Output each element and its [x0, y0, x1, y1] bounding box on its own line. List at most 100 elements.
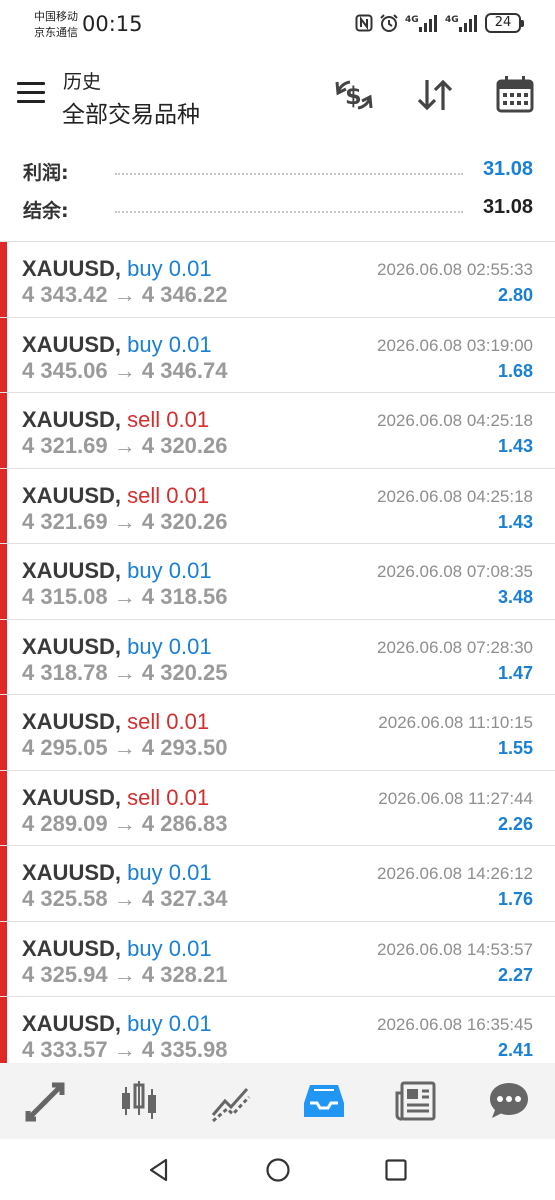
balance-label: 结余:: [23, 200, 69, 222]
deal-profit: 1.47: [497, 662, 533, 683]
deal-profit: 2.26: [497, 813, 533, 834]
deal-row-3[interactable]: XAUUSD, sell 0.01 4 321.69 → 4 320.26 20…: [0, 393, 555, 469]
deal-type: buy: [127, 935, 163, 961]
chat-bubble-icon: [489, 1083, 528, 1118]
deal-title: XAUUSD, sell 0.01: [22, 407, 209, 433]
deal-accent-bar: [0, 921, 7, 996]
trade-chart-icon: [212, 1088, 251, 1123]
deal-time: 2026.06.08 14:26:12: [377, 864, 533, 883]
deal-profit: 2.80: [497, 285, 533, 305]
deal-profit: 3.48: [497, 587, 533, 607]
deal-title: XAUUSD, sell 0.01: [22, 709, 209, 735]
deal-profit: 1.68: [497, 360, 533, 381]
deal-volume: 0.01: [168, 935, 212, 961]
deal-profit: 2.27: [497, 964, 533, 985]
deal-symbol: XAUUSD,: [22, 860, 122, 885]
deal-volume: 0.01: [166, 709, 210, 734]
deal-row-8[interactable]: XAUUSD, sell 0.01 4 289.09 → 4 286.83 20…: [0, 770, 555, 846]
nav-chart[interactable]: [93, 1063, 186, 1139]
deal-type: sell: [127, 784, 161, 810]
deal-prices: 4 343.42 → 4 346.22: [22, 282, 228, 307]
deal-time: 2026.06.08 11:27:44: [378, 788, 533, 808]
deal-accent-bar: [0, 997, 7, 1063]
deal-time: 2026.06.08 02:55:33: [377, 260, 533, 279]
deal-row-5[interactable]: XAUUSD, buy 0.01 4 315.08 → 4 318.56 202…: [0, 544, 555, 620]
deal-prices: 4 315.08 → 4 318.56: [22, 584, 228, 609]
deal-row-1[interactable]: XAUUSD, buy 0.01 4 343.42 → 4 346.22 202…: [0, 242, 555, 318]
deal-title: XAUUSD, sell 0.01: [22, 785, 209, 811]
currency-exchange-icon[interactable]: $: [333, 74, 375, 116]
sort-arrows-icon[interactable]: [414, 74, 456, 116]
deal-type: buy: [127, 633, 163, 659]
deal-symbol: XAUUSD,: [22, 256, 122, 281]
deal-prices: 4 321.69 → 4 320.26: [22, 433, 228, 458]
balance-value: 31.08: [482, 196, 533, 218]
deal-row-4[interactable]: XAUUSD, sell 0.01 4 321.69 → 4 320.26 20…: [0, 468, 555, 544]
deal-profit: 2.41: [497, 1040, 533, 1060]
balance-row: 结余: 31.08: [0, 188, 555, 226]
hamburger-icon[interactable]: [17, 82, 45, 106]
home-circle-icon[interactable]: [265, 1157, 291, 1183]
system-navigation-bar: [0, 1139, 555, 1200]
deal-accent-bar: [0, 695, 7, 770]
deal-prices: 4 295.05 → 4 293.50: [22, 735, 228, 760]
quotes-arrows-icon: [25, 1082, 65, 1122]
deal-symbol: XAUUSD,: [22, 482, 122, 508]
deal-row-7[interactable]: XAUUSD, sell 0.01 4 295.05 → 4 293.50 20…: [0, 695, 555, 771]
profit-value: 31.08: [482, 158, 533, 180]
calendar-icon[interactable]: [494, 74, 536, 116]
deal-title: XAUUSD, buy 0.01: [22, 558, 212, 584]
nav-quotes[interactable]: [0, 1063, 93, 1139]
deal-title: XAUUSD, buy 0.01: [22, 634, 212, 660]
deal-row-6[interactable]: XAUUSD, buy 0.01 4 318.78 → 4 320.25 202…: [0, 619, 555, 695]
deal-volume: 0.01: [168, 256, 212, 281]
status-bar: 中国移动 京东通信 00:15 4G 4G 24: [0, 0, 555, 50]
deal-profit: 1.43: [497, 511, 533, 532]
back-triangle-icon[interactable]: [146, 1157, 172, 1183]
deal-symbol: XAUUSD,: [22, 633, 122, 659]
deals-list[interactable]: XAUUSD, buy 0.01 4 343.42 → 4 346.22 202…: [0, 241, 555, 1063]
candlestick-icon: [121, 1081, 156, 1119]
deal-type: buy: [127, 558, 163, 583]
deal-volume: 0.01: [166, 784, 210, 810]
deal-prices: 4 325.94 → 4 328.21: [22, 961, 228, 987]
deal-symbol: XAUUSD,: [22, 331, 122, 357]
deal-symbol: XAUUSD,: [22, 558, 122, 583]
nav-history[interactable]: [278, 1063, 371, 1139]
recents-square-icon[interactable]: [383, 1157, 409, 1183]
deal-time: 2026.06.08 11:10:15: [378, 713, 533, 732]
deal-row-10[interactable]: XAUUSD, buy 0.01 4 325.94 → 4 328.21 202…: [0, 921, 555, 997]
nfc-icon: [355, 14, 373, 32]
deal-volume: 0.01: [168, 331, 212, 357]
deal-prices: 4 318.78 → 4 320.25: [22, 659, 228, 685]
nav-messages[interactable]: [463, 1063, 555, 1139]
newspaper-icon: [395, 1081, 436, 1121]
deal-accent-bar: [0, 468, 7, 543]
deal-accent-bar: [0, 393, 7, 468]
svg-text:$: $: [345, 82, 362, 110]
deal-volume: 0.01: [168, 633, 212, 659]
deal-type: sell: [127, 407, 161, 432]
page-title[interactable]: 全部交易品种: [62, 95, 200, 129]
deal-profit: 1.55: [497, 738, 533, 758]
deal-type: sell: [127, 709, 161, 734]
deal-time: 2026.06.08 16:35:45: [377, 1015, 533, 1034]
carrier-2: 京东通信: [34, 26, 78, 39]
carrier-1: 中国移动: [34, 10, 78, 23]
deal-title: XAUUSD, sell 0.01: [22, 483, 209, 509]
signal-1-label: 4G: [405, 15, 419, 25]
nav-news[interactable]: [370, 1063, 463, 1139]
page-subtitle: 历史: [63, 71, 102, 93]
nav-trade[interactable]: [185, 1063, 278, 1139]
deal-row-11[interactable]: XAUUSD, buy 0.01 4 333.57 → 4 335.98 202…: [0, 997, 555, 1063]
deal-row-9[interactable]: XAUUSD, buy 0.01 4 325.58 → 4 327.34 202…: [0, 846, 555, 922]
battery-indicator: 24: [485, 13, 524, 33]
deal-type: buy: [127, 256, 163, 281]
deal-prices: 4 289.09 → 4 286.83: [22, 810, 228, 836]
deal-accent-bar: [0, 317, 7, 392]
deal-profit: 1.76: [497, 889, 533, 909]
summary-panel: 利润: 31.08 结余: 31.08: [0, 150, 555, 226]
deal-time: 2026.06.08 04:25:18: [377, 486, 533, 506]
deal-volume: 0.01: [168, 1011, 212, 1036]
deal-row-2[interactable]: XAUUSD, buy 0.01 4 345.06 → 4 346.74 202…: [0, 317, 555, 393]
